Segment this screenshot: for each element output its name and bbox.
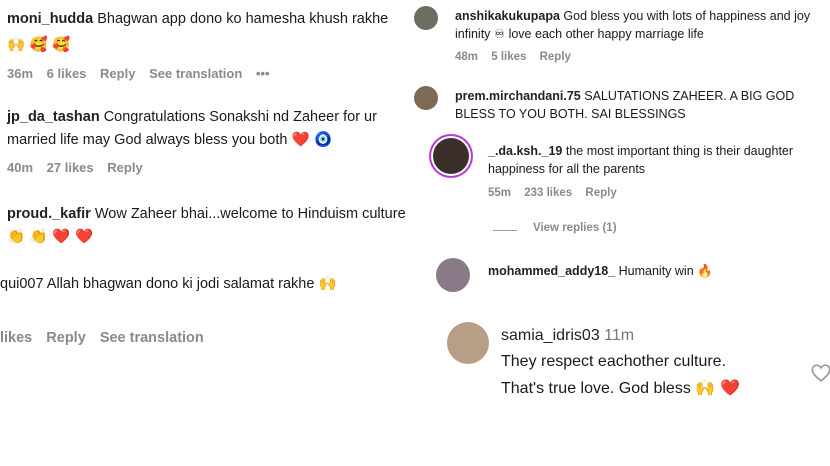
avatar[interactable] — [436, 258, 470, 292]
comment-time: 40m — [7, 160, 34, 175]
comment-emojis: ❤️ 🧿 — [291, 132, 333, 148]
comment-text: SALUTATIONS ZAHEER. A BIG GOD — [584, 89, 795, 103]
reply-button[interactable]: Reply — [46, 330, 86, 346]
comment-emojis: 🙌 ❤️ — [695, 378, 741, 397]
comment-text: Congratulations Sonakshi nd Zaheer for u… — [103, 109, 377, 125]
like-heart-icon[interactable] — [810, 362, 830, 384]
comment-meta: 40m 27 likes Reply — [7, 160, 153, 175]
comment-username[interactable]: qui007 — [0, 276, 44, 292]
comment-text: Wow Zaheer bhai...welcome to Hinduism cu… — [94, 206, 406, 222]
comment-likes[interactable]: likes — [0, 330, 32, 346]
comment-time: 36m — [7, 66, 34, 81]
comment-body: moni_hudda Bhagwan app dono ko hamesha k… — [7, 6, 417, 32]
reply-button[interactable]: Reply — [100, 66, 135, 81]
comment-time: 55m — [488, 187, 512, 199]
reply-button[interactable]: Reply — [107, 160, 142, 175]
comment-emojis: 👏 👏 ❤️ ❤️ — [7, 229, 94, 245]
comment-time: 11m — [604, 327, 635, 344]
comment-username[interactable]: jp_da_tashan — [7, 109, 100, 125]
comment-likes[interactable]: 5 likes — [491, 51, 526, 63]
comment-meta: 36m 6 likes Reply See translation ••• — [7, 66, 280, 81]
comment-emojis: 🙌 — [318, 276, 337, 292]
comment-meta: 48m 5 likes Reply — [455, 51, 581, 63]
see-translation-link[interactable]: See translation — [149, 66, 242, 81]
comment-body: prem.mirchandani.75 SALUTATIONS ZAHEER. … — [455, 87, 830, 123]
more-options-icon[interactable]: ••• — [256, 66, 270, 81]
comment-likes[interactable]: 27 likes — [47, 160, 94, 175]
replies-divider — [493, 230, 517, 231]
comment-username[interactable]: anshikakukupapa — [455, 9, 560, 23]
see-translation-link[interactable]: See translation — [100, 330, 204, 346]
comment-text: They respect eachother culture. — [501, 353, 727, 370]
comment-text: Allah bhagwan dono ki jodi salamat rakhe — [46, 276, 315, 292]
comment-meta: 55m 233 likes Reply — [488, 187, 627, 199]
avatar[interactable] — [414, 6, 438, 30]
comment-username[interactable]: prem.mirchandani.75 — [455, 89, 581, 103]
comment-time: 48m — [455, 51, 479, 63]
comment-text: God bless you with lots of happiness and… — [563, 9, 811, 23]
fire-icon: 🔥 — [697, 263, 713, 278]
comment-text: Humanity win — [618, 264, 694, 278]
comment-text: happiness for all the parents — [488, 162, 646, 176]
comment-text: That's true love. God bless — [501, 380, 691, 397]
comment-text: the most important thing is their daught… — [565, 144, 794, 158]
comment-username[interactable]: _.da.ksh._19 — [488, 144, 562, 158]
comment-likes[interactable]: 233 likes — [524, 187, 572, 199]
avatar[interactable] — [433, 138, 469, 174]
comment-text: married life may God always bless you bo… — [7, 132, 288, 148]
comment-body-line2: married life may God always bless you bo… — [7, 127, 332, 153]
view-replies-button[interactable]: View replies (1) — [533, 222, 617, 234]
comment-body: _.da.ksh._19 the most important thing is… — [488, 142, 830, 178]
comment-body: mohammed_addy18_ Humanity win 🔥 — [488, 262, 713, 280]
comment-body: anshikakukupapa God bless you with lots … — [455, 7, 830, 43]
comment-meta: likes Reply See translation — [0, 330, 214, 346]
reply-button[interactable]: Reply — [540, 51, 571, 63]
comment-text: BLESS TO YOU BOTH. SAI BLESSINGS — [455, 107, 686, 121]
comment-username[interactable]: mohammed_addy18_ — [488, 264, 615, 278]
comment-text: Bhagwan app dono ko hamesha khush rakhe — [97, 11, 389, 27]
comment-text: infinity ♾ love each other happy marriag… — [455, 27, 704, 41]
comment-body: qui007 Allah bhagwan dono ki jodi salama… — [0, 271, 425, 297]
comment-username[interactable]: proud._kafir — [7, 206, 91, 222]
comment-header: samia_idris03 11m — [501, 325, 634, 347]
comment-likes[interactable]: 6 likes — [47, 66, 87, 81]
reply-button[interactable]: Reply — [585, 187, 616, 199]
avatar[interactable] — [414, 86, 438, 110]
comment-body: They respect eachother culture. That's t… — [501, 349, 801, 402]
comment-username[interactable]: moni_hudda — [7, 11, 93, 27]
comment-emojis: 🙌 🥰 🥰 — [7, 37, 71, 53]
avatar[interactable] — [447, 322, 489, 364]
comment-username[interactable]: samia_idris03 — [501, 327, 600, 344]
